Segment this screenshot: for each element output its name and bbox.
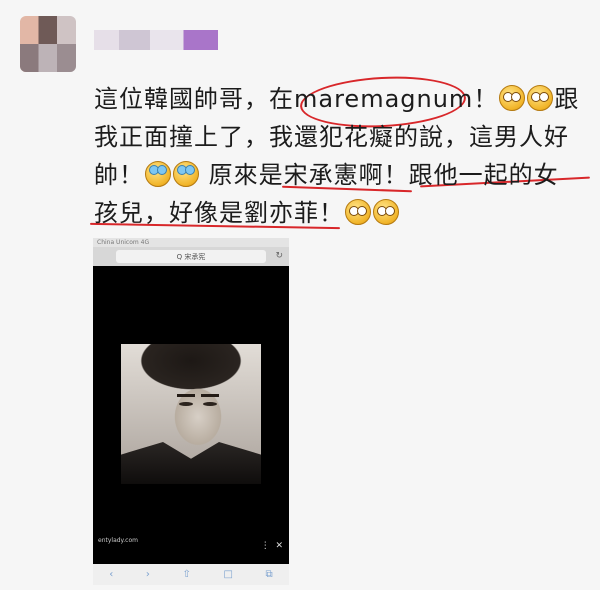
caption-actions: ⋮ ✕ xyxy=(261,541,283,551)
attached-screenshot[interactable]: China Unicom 4G Q 宋承宪 ↻ entylady.com ⋮ ✕… xyxy=(93,238,289,585)
phone-url-bar: Q 宋承宪 ↻ xyxy=(93,247,289,266)
shocked-emoji-icon xyxy=(499,85,526,111)
back-icon: ‹ xyxy=(109,569,114,580)
photo-detail xyxy=(203,402,217,406)
post-text-segment: 原來是宋承憲啊！ xyxy=(208,161,409,189)
shocked-emoji-icon xyxy=(373,199,399,225)
actor-photo xyxy=(121,344,261,484)
photo-detail xyxy=(121,442,261,484)
post-text-segment: ！ xyxy=(473,85,499,113)
post-text-segment: 孩兒，好像是劉亦菲！ xyxy=(94,199,344,227)
bookmarks-icon: □ xyxy=(223,569,233,580)
caption-source: entylady.com xyxy=(98,537,138,544)
forward-icon: › xyxy=(145,569,150,580)
menu-icon: ⋮ xyxy=(260,541,270,551)
laughing-crying-emoji-icon xyxy=(173,161,199,187)
photo-detail xyxy=(179,402,193,406)
phone-status-bar: China Unicom 4G xyxy=(93,238,289,247)
venue-name: maremagnum xyxy=(294,85,474,113)
shocked-emoji-icon xyxy=(527,85,554,111)
phone-search-box: Q 宋承宪 xyxy=(116,250,266,263)
phone-nav-bar: ‹ › ⇧ □ ⧉ xyxy=(93,564,289,585)
reload-icon: ↻ xyxy=(275,251,283,261)
laughing-crying-emoji-icon xyxy=(145,161,171,187)
post-text: 這位韓國帥哥，在maremagnum！ 跟 我正面撞上了，我還犯花癡的說，這男人好… xyxy=(94,80,594,232)
close-icon: ✕ xyxy=(275,541,283,551)
image-caption: entylady.com xyxy=(98,537,138,545)
photo-detail xyxy=(177,394,195,397)
photo-detail xyxy=(201,394,219,397)
post-text-segment: 帥！ xyxy=(94,161,144,189)
post-text-segment: 這位韓國帥哥，在 xyxy=(94,85,294,113)
post-text-segment: 跟 xyxy=(554,85,580,113)
post-line-4: 孩兒，好像是劉亦菲！ xyxy=(94,194,594,232)
post-line-2: 我正面撞上了，我還犯花癡的說，這男人好 xyxy=(94,123,569,151)
share-icon: ⇧ xyxy=(182,569,191,580)
tabs-icon: ⧉ xyxy=(265,569,273,580)
post-line-3: 帥！ 原來是宋承憲啊！跟他一起的女 xyxy=(94,156,594,194)
post-line-1: 這位韓國帥哥，在maremagnum！ 跟 xyxy=(94,80,594,118)
post-text-segment: 跟他一起的女 xyxy=(408,161,559,189)
shocked-emoji-icon xyxy=(345,199,371,225)
username-pixelated[interactable] xyxy=(94,30,218,50)
avatar[interactable] xyxy=(20,16,76,72)
